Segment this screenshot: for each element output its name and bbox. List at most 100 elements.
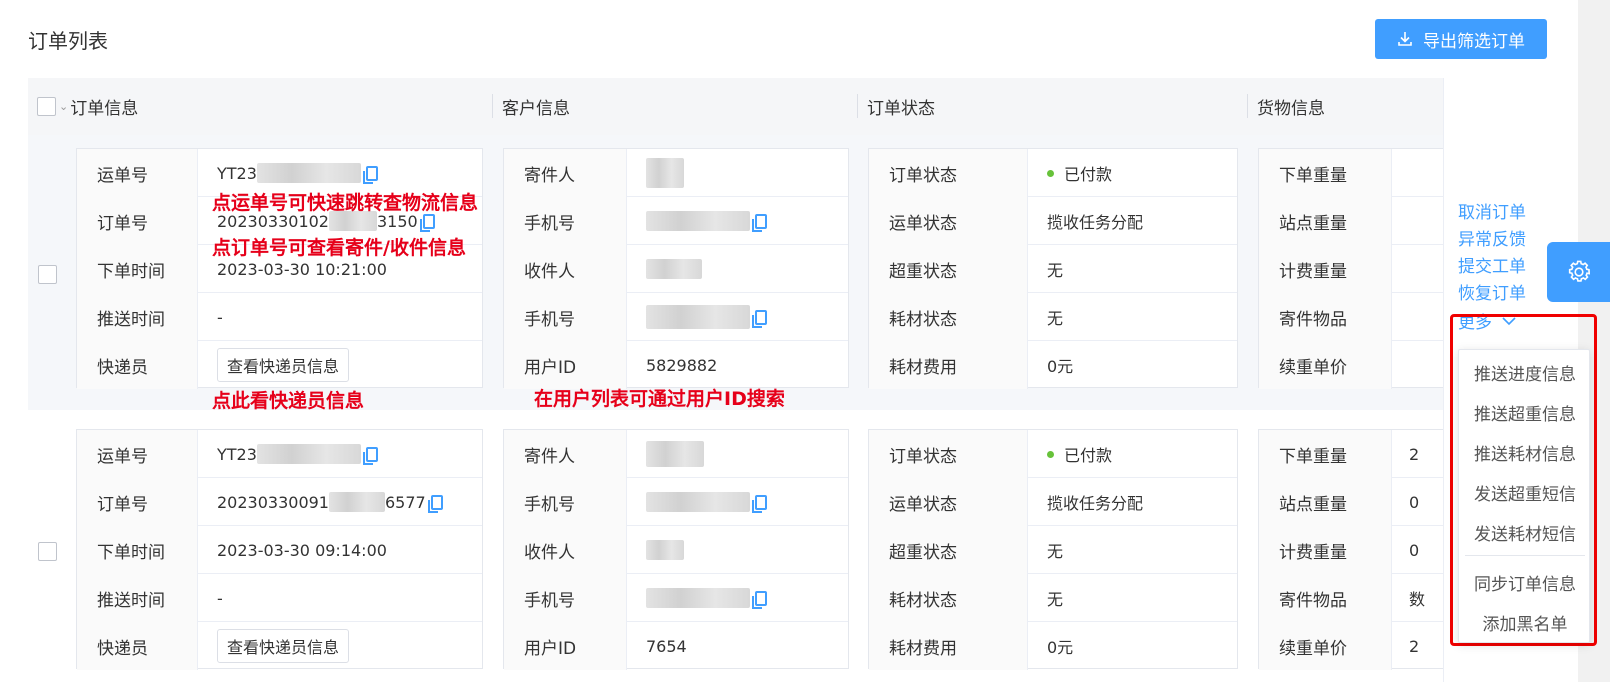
- copy-icon[interactable]: [752, 494, 767, 513]
- push-time-label: 推送时间: [77, 574, 198, 622]
- order-time-label: 下单时间: [77, 245, 198, 293]
- charge-weight-label: 计费重量: [1259, 526, 1392, 574]
- charge-weight-label: 计费重量: [1259, 245, 1392, 293]
- annotation-user-id-tip: 在用户列表可通过用户ID搜索: [534, 388, 785, 410]
- more-dropdown-menu: 推送进度信息 推送超重信息 推送耗材信息 发送超重短信 发送耗材短信 同步订单信…: [1458, 349, 1590, 643]
- goods-info-box: 下单重量 2 站点重量 0 计费重量 0 寄件物品 数 续重单价 2: [1258, 429, 1448, 670]
- page-title: 订单列表: [28, 29, 108, 53]
- waybill-status: 揽收任务分配: [1047, 213, 1144, 232]
- sender-name: [646, 149, 684, 197]
- sender-phone[interactable]: [646, 478, 767, 526]
- order-row: 运单号 YT23 订单号 20230330102 3150 下单时间 2023-0…: [28, 135, 1448, 410]
- order-number[interactable]: 20230330091 6577: [217, 478, 443, 526]
- receiver-name: [646, 245, 702, 293]
- goods-info-box: 下单重量 站点重量 计费重量 寄件物品 续重单价: [1258, 148, 1448, 389]
- waybill-status-label: 运单状态: [869, 197, 1028, 245]
- user-id-label: 用户ID: [504, 622, 627, 670]
- courier-label: 快递员: [77, 341, 198, 389]
- submit-ticket-link[interactable]: 提交工单: [1458, 254, 1526, 281]
- menu-item-push-progress[interactable]: 推送进度信息: [1459, 352, 1591, 392]
- receiver-phone[interactable]: [646, 293, 767, 341]
- material-fee-label: 耗材费用: [869, 622, 1028, 670]
- paid-status-dot: [1047, 169, 1054, 177]
- order-time: 2023-03-30 09:14:00: [217, 540, 387, 560]
- sender-phone-label: 手机号: [504, 478, 627, 526]
- view-courier-button[interactable]: 查看快递员信息: [217, 629, 350, 663]
- status-label: 订单状态: [869, 430, 1028, 478]
- site-weight-value: 0: [1409, 492, 1420, 512]
- settings-button[interactable]: [1547, 242, 1610, 302]
- menu-item-sync-order[interactable]: 同步订单信息: [1459, 562, 1591, 602]
- copy-icon[interactable]: [419, 213, 435, 232]
- sender-phone[interactable]: [646, 197, 767, 245]
- material-fee: 0元: [1047, 638, 1074, 657]
- column-goods-info: 货物信息: [1257, 99, 1325, 119]
- column-order-status: 订单状态: [867, 99, 935, 119]
- copy-icon[interactable]: [362, 165, 378, 184]
- copy-icon[interactable]: [752, 213, 767, 232]
- copy-icon[interactable]: [362, 446, 378, 465]
- copy-icon[interactable]: [752, 309, 767, 328]
- annotation-waybill-tip: 点运单号可快速跳转查物流信息: [212, 192, 479, 214]
- courier-label: 快递员: [77, 622, 198, 670]
- column-order-info: 订单信息: [70, 99, 139, 119]
- exception-feedback-link[interactable]: 异常反馈: [1458, 227, 1526, 254]
- receiver-phone-label: 手机号: [504, 293, 627, 341]
- push-time: -: [217, 307, 223, 327]
- row-checkbox[interactable]: [38, 265, 57, 284]
- waybill-status: 揽收任务分配: [1047, 494, 1144, 513]
- goods-value: 数: [1409, 590, 1426, 609]
- cancel-order-link[interactable]: 取消订单: [1458, 200, 1526, 227]
- gear-icon: [1568, 260, 1590, 282]
- site-weight-label: 站点重量: [1259, 478, 1392, 526]
- waybill-number[interactable]: YT23: [217, 430, 378, 478]
- order-info-box: 运单号 YT23 订单号 20230330102 3150 下单时间 2023-0…: [76, 148, 483, 389]
- select-all-checkbox[interactable]: [37, 97, 56, 116]
- goods-label: 寄件物品: [1259, 574, 1392, 622]
- menu-item-sms-overweight[interactable]: 发送超重短信: [1459, 472, 1591, 512]
- overweight-status: 无: [1047, 542, 1064, 561]
- receiver-phone[interactable]: [646, 574, 767, 622]
- material-fee: 0元: [1047, 357, 1074, 376]
- sender-phone-label: 手机号: [504, 197, 627, 245]
- annotation-courier-tip: 点此看快递员信息: [212, 390, 365, 412]
- overweight-label: 超重状态: [869, 526, 1028, 574]
- restore-order-link[interactable]: 恢复订单: [1458, 281, 1526, 308]
- row-checkbox[interactable]: [38, 542, 57, 561]
- menu-item-add-blacklist[interactable]: 添加黑名单: [1459, 602, 1591, 642]
- copy-icon[interactable]: [752, 590, 767, 609]
- push-time-label: 推送时间: [77, 293, 198, 341]
- status-badge: 已付款: [1047, 149, 1112, 197]
- order-status-box: 订单状态 已付款 运单状态 揽收任务分配 超重状态 无 耗材状态 无 耗材费用 …: [868, 148, 1238, 389]
- paid-status-dot: [1047, 450, 1054, 458]
- copy-icon[interactable]: [427, 494, 443, 513]
- sender-name: [646, 430, 704, 478]
- order-time-label: 下单时间: [77, 526, 198, 574]
- order-status-box: 订单状态 已付款 运单状态 揽收任务分配 超重状态 无 耗材状态 无 耗材费用 …: [868, 429, 1238, 670]
- extra-weight-price-value: 2: [1409, 636, 1420, 656]
- menu-item-sms-material[interactable]: 发送耗材短信: [1459, 512, 1591, 552]
- column-customer-info: 客户信息: [502, 99, 570, 119]
- order-row: 运单号 YT23 订单号 20230330091 6577 下单时间 2023-0…: [28, 412, 1448, 682]
- view-courier-button[interactable]: 查看快递员信息: [217, 348, 350, 382]
- material-status: 无: [1047, 309, 1064, 328]
- status-badge: 已付款: [1047, 430, 1112, 478]
- sender-label: 寄件人: [504, 149, 627, 197]
- download-icon: [1398, 32, 1412, 46]
- charge-weight-value: 0: [1409, 540, 1420, 560]
- table-header: ⌄ 订单信息 客户信息 订单状态 货物信息 操作: [28, 78, 1548, 135]
- annotation-order-tip: 点订单号可查看寄件/收件信息: [212, 237, 466, 259]
- menu-item-push-overweight[interactable]: 推送超重信息: [1459, 392, 1591, 432]
- select-dropdown-chevron-icon[interactable]: ⌄: [59, 100, 68, 113]
- receiver-phone-label: 手机号: [504, 574, 627, 622]
- order-weight-label: 下单重量: [1259, 149, 1392, 197]
- export-filtered-orders-button[interactable]: 导出筛选订单: [1375, 19, 1547, 59]
- user-id: 7654: [646, 636, 687, 656]
- export-button-label: 导出筛选订单: [1423, 31, 1525, 52]
- waybill-label: 运单号: [77, 149, 198, 197]
- waybill-label: 运单号: [77, 430, 198, 478]
- menu-item-push-material[interactable]: 推送耗材信息: [1459, 432, 1591, 472]
- customer-info-box: 寄件人 手机号 收件人 手机号 用户ID 5829882: [503, 148, 849, 389]
- overweight-label: 超重状态: [869, 245, 1028, 293]
- extra-weight-price-label: 续重单价: [1259, 622, 1392, 670]
